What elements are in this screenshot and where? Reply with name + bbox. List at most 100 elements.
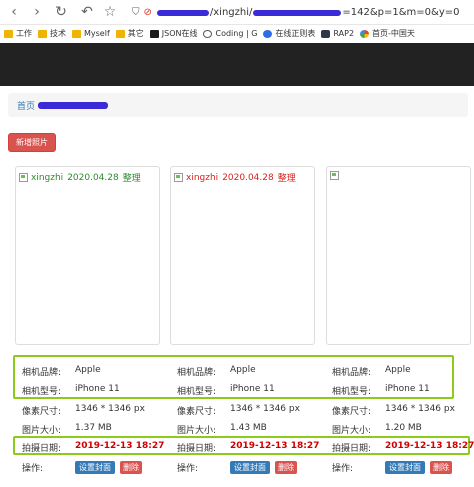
delete-button[interactable]: 删除 [275, 461, 297, 474]
model-value: iPhone 11 [385, 384, 430, 394]
brand-value: Apple [230, 365, 256, 375]
date-value: 2019-12-13 18:27 [75, 441, 165, 451]
brand-label: 相机品牌: [177, 368, 217, 378]
brand-value: Apple [75, 365, 101, 375]
back-icon[interactable]: ‹ [5, 3, 23, 21]
breadcrumb-home-link[interactable]: 首页 [17, 99, 35, 112]
set-cover-button[interactable]: 设置封面 [75, 461, 115, 474]
redacted-path [253, 9, 342, 16]
date-value: 2019-12-13 18:27 [230, 441, 320, 451]
bookmark-label: 在线正则表 [275, 29, 316, 38]
bookmark-label: Coding | G [215, 29, 258, 38]
photo-image-broken [330, 171, 341, 180]
warning-icon: ⊘ [143, 7, 152, 18]
set-cover-button[interactable]: 设置封面 [230, 461, 270, 474]
site-navbar [0, 43, 474, 86]
g-icon [360, 29, 370, 38]
breadcrumb: 首页 [8, 93, 468, 117]
photo-alt-user: xingzhi [31, 172, 64, 183]
bookmark-label: 其它 [127, 29, 144, 38]
size-label: 图片大小: [332, 426, 372, 436]
size-value: 1.37 MB [75, 423, 112, 433]
json-icon [149, 29, 159, 38]
bookmark-label: 技术 [50, 29, 66, 38]
pixels-value: 1346 * 1346 px [230, 404, 300, 414]
shield-icon: ⛉ [132, 7, 140, 18]
delete-button[interactable]: 删除 [430, 461, 452, 474]
folder-icon [38, 29, 47, 38]
broken-image-icon [174, 173, 183, 182]
photo-alt-tag: 整理 [277, 174, 296, 184]
photo-card[interactable] [326, 166, 471, 345]
delete-button[interactable]: 删除 [120, 461, 142, 474]
folder-icon [4, 29, 13, 38]
photo-card[interactable]: xingzhi 2020.04.28 整理 [170, 166, 315, 345]
bookmark-label: 首页-中国天 [372, 29, 415, 38]
add-photo-button[interactable]: 新增照片 [8, 133, 56, 152]
photo-alt-date: 2020.04.28 [67, 172, 119, 183]
history-back-icon[interactable]: ↶ [78, 3, 96, 21]
coding-icon [203, 29, 213, 38]
photo-alt-date: 2020.04.28 [222, 172, 274, 183]
address-query: =142&p=1&m=0&y=0 [342, 7, 460, 18]
bookmark-item[interactable]: 工作 [4, 28, 32, 39]
bookmark-item[interactable]: Myself [72, 29, 110, 38]
bookmark-item[interactable]: Coding | G [203, 29, 257, 38]
date-value: 2019-12-13 18:27 [385, 441, 474, 451]
date-label: 拍摄日期: [332, 444, 372, 454]
bookmark-item[interactable]: JSON在线 [149, 28, 198, 39]
reload-icon[interactable]: ↻ [52, 3, 70, 21]
brand-label: 相机品牌: [332, 368, 372, 378]
photo-card[interactable]: xingzhi 2020.04.28 整理 [15, 166, 160, 345]
pixels-value: 1346 * 1346 px [385, 404, 455, 414]
bookmarks-bar: 工作 技术 Myself 其它 JSON在线 Coding | G 在线正则表 RAP2 首页-… [0, 25, 474, 42]
model-label: 相机型号: [177, 387, 217, 397]
address-path: /xingzhi/ [209, 7, 253, 18]
size-label: 图片大小: [22, 426, 62, 436]
model-label: 相机型号: [22, 387, 62, 397]
bookmark-item[interactable]: 技术 [38, 28, 66, 39]
ops-label: 操作: [22, 464, 44, 474]
set-cover-button[interactable]: 设置封面 [385, 461, 425, 474]
bookmark-item[interactable]: 在线正则表 [263, 28, 315, 39]
brand-label: 相机品牌: [22, 368, 62, 378]
photo-alt-user: xingzhi [186, 172, 219, 183]
size-value: 1.43 MB [230, 423, 267, 433]
bookmark-item[interactable]: 其它 [115, 28, 144, 39]
rap-icon [321, 29, 331, 38]
bookmark-label: Myself [84, 29, 110, 38]
date-label: 拍摄日期: [22, 444, 62, 454]
pixels-label: 像素尺寸: [332, 407, 372, 417]
pixels-label: 像素尺寸: [22, 407, 62, 417]
bookmark-item[interactable]: RAP2 [321, 29, 354, 38]
c-icon [263, 29, 273, 38]
photo-image-broken: xingzhi 2020.04.28 整理 [174, 171, 296, 184]
address-bar[interactable]: ⛉ ⊘ /xingzhi/ =142&p=1&m=0&y=0 [132, 3, 474, 22]
bookmark-label: JSON在线 [161, 29, 198, 38]
redacted-host [156, 9, 209, 16]
broken-image-icon [330, 171, 339, 180]
browser-toolbar: ‹ › ↻ ↶ ☆ ⛉ ⊘ /xingzhi/ =142&p=1&m=0&y=0 [0, 0, 474, 25]
bookmark-star-icon[interactable]: ☆ [101, 3, 119, 21]
redacted-breadcrumb [38, 101, 109, 109]
brand-value: Apple [385, 365, 411, 375]
bookmark-item[interactable]: 首页-中国天 [360, 28, 415, 39]
forward-icon[interactable]: › [28, 3, 46, 21]
ops-label: 操作: [332, 464, 354, 474]
date-label: 拍摄日期: [177, 444, 217, 454]
folder-icon [72, 29, 81, 38]
bookmark-label: RAP2 [333, 29, 355, 38]
folder-icon [115, 29, 125, 38]
pixels-value: 1346 * 1346 px [75, 404, 145, 414]
size-value: 1.20 MB [385, 423, 422, 433]
broken-image-icon [19, 173, 28, 182]
bookmark-label: 工作 [16, 29, 32, 38]
size-label: 图片大小: [177, 426, 217, 436]
model-label: 相机型号: [332, 387, 372, 397]
model-value: iPhone 11 [75, 384, 120, 394]
photo-image-broken: xingzhi 2020.04.28 整理 [19, 171, 141, 184]
photo-alt-tag: 整理 [122, 174, 141, 184]
ops-label: 操作: [177, 464, 199, 474]
pixels-label: 像素尺寸: [177, 407, 217, 417]
model-value: iPhone 11 [230, 384, 275, 394]
